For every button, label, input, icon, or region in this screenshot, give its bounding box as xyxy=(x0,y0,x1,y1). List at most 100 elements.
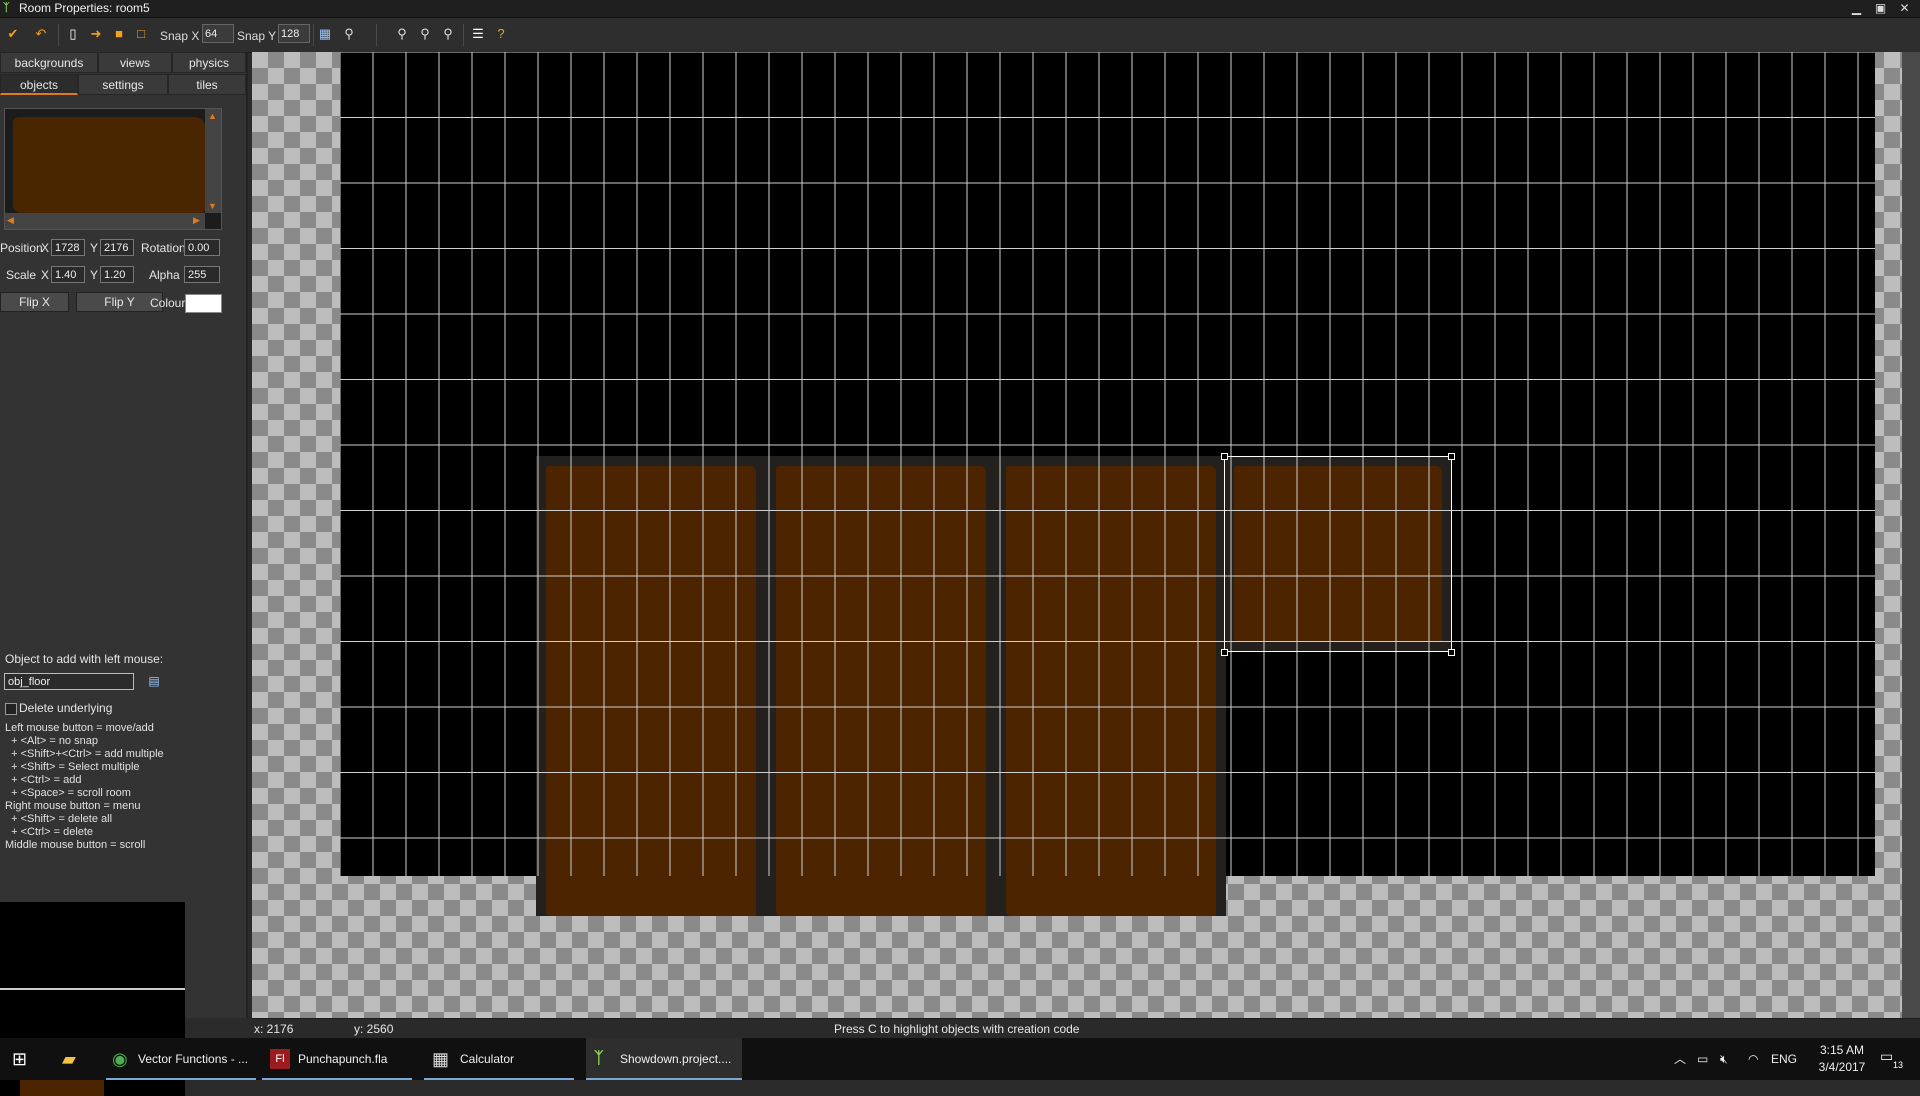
unlock-icon[interactable]: □ xyxy=(131,24,151,44)
left-panel: backgrounds views physics objects settin… xyxy=(0,52,248,1096)
position-y-input[interactable] xyxy=(100,239,134,256)
scale-y-label: Y xyxy=(90,268,99,282)
position-x-input[interactable] xyxy=(51,239,85,256)
help-line: + <Shift> = Select multiple xyxy=(5,761,140,773)
snap-grid xyxy=(340,52,1875,876)
scroll-up-icon[interactable]: ▲ xyxy=(208,111,217,121)
object-to-add-label: Object to add with left mouse: xyxy=(5,652,164,666)
file-explorer-icon[interactable]: ▰ xyxy=(62,1049,86,1069)
windows-start-icon[interactable]: ⊞ xyxy=(12,1049,32,1069)
clock-time[interactable]: 3:15 AM xyxy=(1812,1043,1872,1057)
room-vertical-scrollbar[interactable] xyxy=(1902,52,1920,1018)
language-indicator[interactable]: ENG xyxy=(1771,1038,1797,1080)
checkmark-icon[interactable]: ✔ xyxy=(3,24,23,44)
snap-x-input[interactable] xyxy=(202,24,234,43)
tab-tiles[interactable]: tiles xyxy=(168,74,246,95)
position-label: Position xyxy=(0,241,43,255)
show-hidden-icons-icon[interactable]: ︿ xyxy=(1674,1038,1686,1080)
tab-views[interactable]: views xyxy=(98,52,172,73)
help-icon[interactable]: ? xyxy=(491,24,511,44)
selection-handle[interactable] xyxy=(1448,453,1455,460)
tab-settings[interactable]: settings xyxy=(78,74,168,95)
colour-label: Colour xyxy=(150,296,186,310)
gamemaker-icon: ᛉ xyxy=(3,2,10,14)
preview-vertical-scrollbar[interactable]: ▲ ▼ xyxy=(205,109,221,213)
zoom-in-icon[interactable]: ⚲ xyxy=(438,24,458,44)
selection-box xyxy=(1224,456,1452,652)
preview-horizontal-scrollbar[interactable]: ◀ ▶ xyxy=(5,213,205,229)
grid-toggle-icon[interactable]: ▦ xyxy=(315,24,335,44)
room-canvas[interactable] xyxy=(252,52,1920,1018)
select-object-icon[interactable]: ▤ xyxy=(146,674,162,690)
help-line: + <Space> = scroll room xyxy=(5,787,131,799)
taskbar-item-label: Vector Functions - ... xyxy=(138,1052,249,1066)
notification-count: 13 xyxy=(1893,1060,1904,1070)
toolbar-separator xyxy=(313,24,314,46)
volume-muted-icon[interactable]: 🔇︎ xyxy=(1720,1038,1728,1080)
taskbar-item-chrome[interactable]: ◉ Vector Functions - ... xyxy=(106,1038,256,1080)
tab-backgrounds[interactable]: backgrounds xyxy=(0,52,98,73)
view-options-icon[interactable]: ⚲ xyxy=(339,24,359,44)
selection-handle[interactable] xyxy=(1221,453,1228,460)
help-line: + <Shift> = delete all xyxy=(5,813,113,825)
title-bar: ᛉ Room Properties: room5 ▁ ▣ ✕ xyxy=(0,0,1920,18)
toolbar: ✔ ↶ ▯ ➜ ■ □ Snap X Snap Y ▦ ⚲ ⚲ ⚲ ⚲ ☰ ? xyxy=(0,18,1920,53)
selection-handle[interactable] xyxy=(1448,649,1455,656)
scroll-left-icon[interactable]: ◀ xyxy=(7,215,14,226)
taskbar-item-calculator[interactable]: ▦ Calculator xyxy=(424,1038,574,1080)
scroll-down-icon[interactable]: ▼ xyxy=(208,201,217,211)
undo-icon[interactable]: ↶ xyxy=(31,24,51,44)
shift-arrow-icon[interactable]: ➜ xyxy=(86,24,106,44)
delete-underlying-checkbox[interactable] xyxy=(5,703,17,715)
taskbar-item-label: Showdown.project.... xyxy=(620,1052,732,1066)
zoom-reset-icon[interactable]: ⚲ xyxy=(415,24,435,44)
scroll-right-icon[interactable]: ▶ xyxy=(193,215,200,226)
scale-x-input[interactable] xyxy=(51,266,85,283)
selection-handle[interactable] xyxy=(1221,649,1228,656)
taskbar: ⊞ ▰ ◉ Vector Functions - ... Fl Punchapu… xyxy=(0,1038,1920,1080)
position-x-label: X xyxy=(41,241,50,255)
sprite-thumbnail xyxy=(13,117,205,213)
status-y: y: 2560 xyxy=(354,1022,394,1036)
help-line: Left mouse button = move/add xyxy=(5,722,154,734)
snap-y-input[interactable] xyxy=(278,24,310,43)
help-line: + <Ctrl> = add xyxy=(5,774,82,786)
close-button[interactable]: ✕ xyxy=(1893,0,1916,16)
snap-y-label: Snap Y xyxy=(237,29,277,43)
new-document-icon[interactable]: ▯ xyxy=(63,24,83,44)
toolbar-separator xyxy=(463,24,464,46)
taskbar-item-gamemaker[interactable]: ᛉ Showdown.project.... xyxy=(586,1038,742,1080)
tab-physics[interactable]: physics xyxy=(172,52,246,73)
status-bar: x: 2176 y: 2560 Press C to highlight obj… xyxy=(252,1018,1920,1039)
help-line: Right mouse button = menu xyxy=(5,800,141,812)
help-line: + <Alt> = no snap xyxy=(5,735,98,747)
delete-underlying-label: Delete underlying xyxy=(19,701,113,715)
zoom-out-icon[interactable]: ⚲ xyxy=(392,24,412,44)
object-to-add-input[interactable] xyxy=(4,673,134,690)
scale-label: Scale xyxy=(6,268,37,282)
window-title: Room Properties: room5 xyxy=(19,1,150,15)
help-line: + <Shift>+<Ctrl> = add multiple xyxy=(5,748,164,760)
lock-icon[interactable]: ■ xyxy=(109,24,129,44)
toolbar-separator xyxy=(376,24,377,46)
rotation-input[interactable] xyxy=(184,239,220,256)
maximize-button[interactable]: ▣ xyxy=(1869,0,1892,16)
toolbar-separator xyxy=(58,24,59,46)
list-icon[interactable]: ☰ xyxy=(468,24,488,44)
object-sprite-preview[interactable]: ▲ ▼ ◀ ▶ xyxy=(4,108,222,230)
wifi-icon[interactable]: ◠ xyxy=(1748,1038,1758,1080)
flash-icon: Fl xyxy=(270,1049,290,1069)
battery-icon[interactable]: ▭ xyxy=(1697,1038,1708,1080)
position-y-label: Y xyxy=(90,241,99,255)
alpha-input[interactable] xyxy=(184,266,220,283)
scale-x-label: X xyxy=(41,268,50,282)
minimize-button[interactable]: ▁ xyxy=(1845,0,1868,16)
status-x: x: 2176 xyxy=(254,1022,294,1036)
tab-objects[interactable]: objects xyxy=(0,74,78,95)
clock-date[interactable]: 3/4/2017 xyxy=(1812,1060,1872,1074)
flip-x-button[interactable]: Flip X xyxy=(0,292,69,312)
colour-swatch[interactable] xyxy=(185,294,222,313)
scale-y-input[interactable] xyxy=(100,266,134,283)
taskbar-item-flash[interactable]: Fl Punchapunch.fla xyxy=(262,1038,412,1080)
help-line: Middle mouse button = scroll xyxy=(5,839,146,851)
